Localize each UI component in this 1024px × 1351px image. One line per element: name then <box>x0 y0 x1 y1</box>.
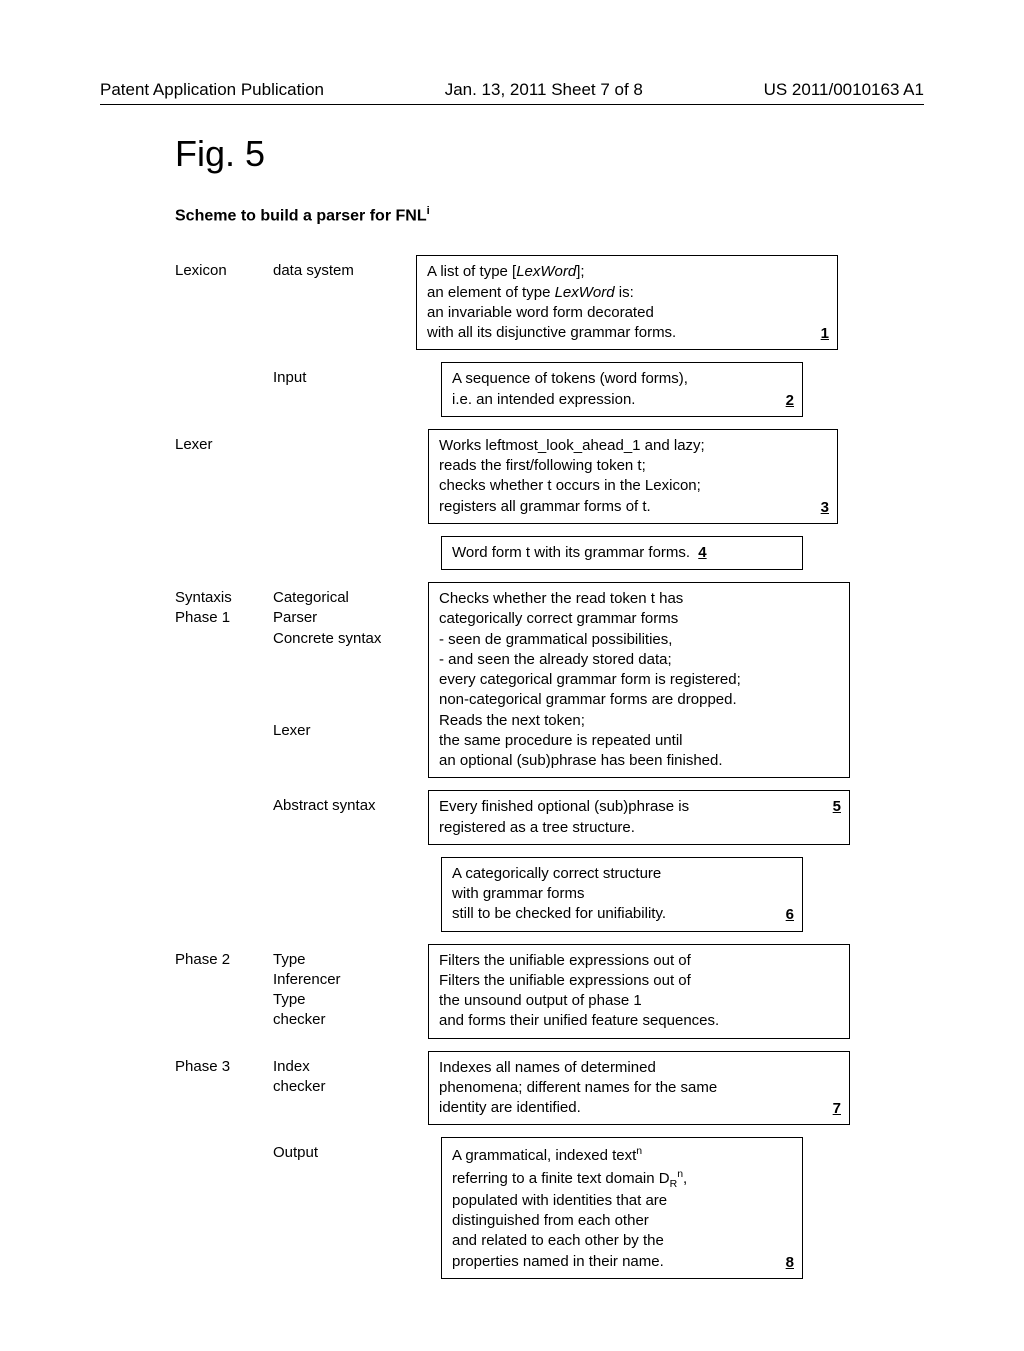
label-abstract: Abstract syntax <box>273 790 408 857</box>
page: Patent Application Publication Jan. 13, … <box>0 0 1024 1351</box>
label-input: Input <box>273 362 408 429</box>
label-categorical-parser: Categorical Parser Concrete syntax Lexer <box>273 582 408 790</box>
box-8: A grammatical, indexed textn referring t… <box>441 1137 803 1278</box>
box-3-num: 3 <box>821 498 829 518</box>
box-7-num: 7 <box>833 1099 841 1119</box>
box-7: Indexes all names of determined phenomen… <box>428 1051 850 1126</box>
box-4: Word form t with its grammar forms. 4 <box>441 536 803 570</box>
header-left: Patent Application Publication <box>100 80 324 100</box>
box-3: Works leftmost_look_ahead_1 and lazy; re… <box>428 429 838 524</box>
box-phase2: Filters the unifiable expressions out of… <box>428 944 850 1039</box>
box-6-num: 6 <box>786 905 794 925</box>
label-type-inferencer: Type Inferencer Type checker <box>273 944 408 1051</box>
label-output: Output <box>273 1137 408 1290</box>
page-header: Patent Application Publication Jan. 13, … <box>100 80 924 105</box>
box-5b-num: 5 <box>833 797 841 817</box>
box-2: A sequence of tokens (word forms), i.e. … <box>441 362 803 417</box>
box-4-num: 4 <box>698 544 706 561</box>
label-index-checker: Index checker <box>273 1051 408 1138</box>
header-center: Jan. 13, 2011 Sheet 7 of 8 <box>445 80 643 100</box>
header-right: US 2011/0010163 A1 <box>764 80 924 100</box>
box-1: A list of type [LexWord]; an element of … <box>416 255 838 350</box>
figure-title: Fig. 5 <box>175 133 924 175</box>
box-5b: Every finished optional (sub)phrase is r… <box>428 790 850 845</box>
label-phase2: Phase 2 <box>175 944 265 1051</box>
box-1-num: 1 <box>821 324 829 344</box>
subtitle-text: Scheme to build a parser for FNL <box>175 207 427 224</box>
box-5: Checks whether the read token t has cate… <box>428 582 850 778</box>
label-phase3: Phase 3 <box>175 1051 265 1138</box>
box-6: A categorically correct structure with g… <box>441 857 803 932</box>
label-data-system: data system <box>273 255 408 362</box>
box-2-num: 2 <box>786 391 794 411</box>
subtitle-sup: i <box>427 205 430 217</box>
label-lexicon: Lexicon <box>175 255 265 362</box>
diagram-grid: Lexicon data system A list of type [LexW… <box>175 255 924 1290</box>
subtitle: Scheme to build a parser for FNLi <box>175 205 924 225</box>
box-8-num: 8 <box>786 1253 794 1273</box>
label-lexer: Lexer <box>175 429 265 536</box>
label-syntaxis: Syntaxis Phase 1 <box>175 582 265 790</box>
